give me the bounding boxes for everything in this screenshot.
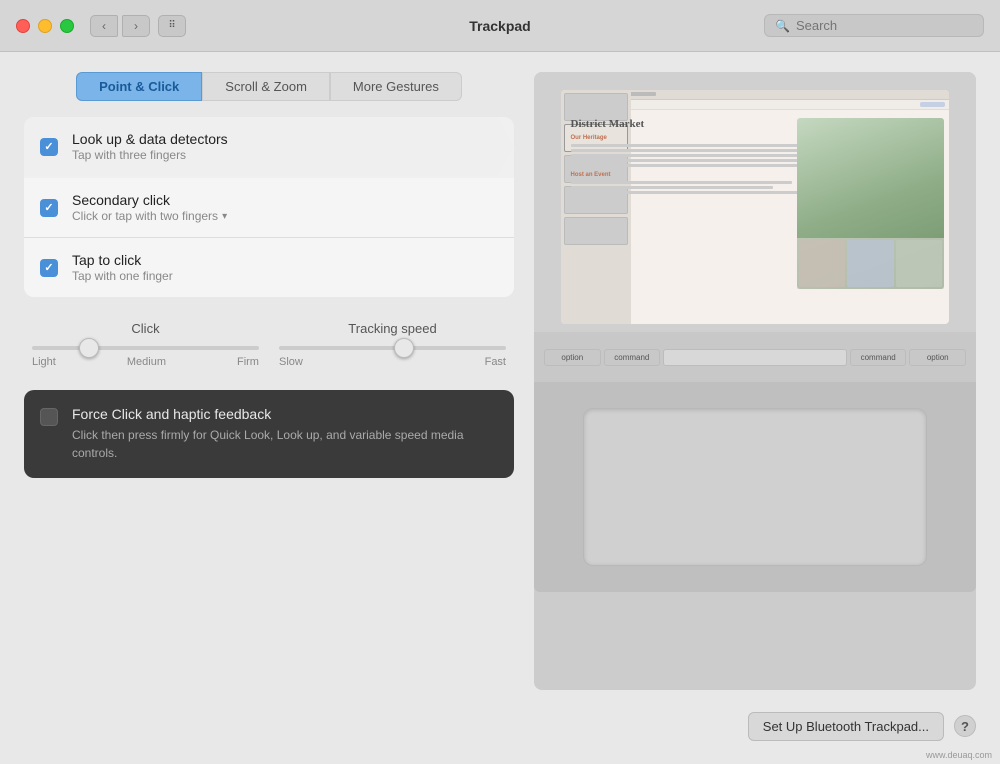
bottom-bar: Set Up Bluetooth Trackpad... ? xyxy=(534,700,976,744)
lookup-subtitle: Tap with three fingers xyxy=(72,148,498,162)
trackpad-surface[interactable] xyxy=(583,408,928,566)
tap-to-click-title: Tap to click xyxy=(72,252,498,268)
preview-text-line xyxy=(571,159,811,162)
preview-content: District Market Our Heritage Host an Eve… xyxy=(561,110,950,324)
preview-text-line xyxy=(571,186,774,189)
force-click-title: Force Click and haptic feedback xyxy=(72,406,498,422)
search-input[interactable] xyxy=(796,18,973,33)
force-click-description: Click then press firmly for Quick Look, … xyxy=(72,426,498,462)
tracking-slider-thumb[interactable] xyxy=(394,338,414,358)
window-title: Trackpad xyxy=(469,18,530,34)
tabs-container: Point & Click Scroll & Zoom More Gesture… xyxy=(24,72,514,101)
setup-bluetooth-button[interactable]: Set Up Bluetooth Trackpad... xyxy=(748,712,944,741)
keyboard: option command command option xyxy=(542,349,968,366)
option-key-r: option xyxy=(909,349,966,366)
nav-buttons: ‹ › xyxy=(90,15,150,37)
close-button[interactable] xyxy=(16,19,30,33)
click-slider-labels: Light Medium Firm xyxy=(32,356,259,368)
grid-button[interactable]: ⠿ xyxy=(158,15,186,37)
command-key-r: command xyxy=(850,349,907,366)
secondary-click-subtitle: Click or tap with two fingers xyxy=(72,209,218,223)
tracking-slider-label: Tracking speed xyxy=(348,321,436,336)
tracking-slider-labels: Slow Fast xyxy=(279,356,506,368)
preview-menu-item xyxy=(628,92,656,96)
preview-text-line xyxy=(571,149,829,152)
force-click-checkbox[interactable] xyxy=(40,408,58,426)
maximize-button[interactable] xyxy=(60,19,74,33)
preview-screenshot: District Market Our Heritage Host an Eve… xyxy=(534,72,976,332)
dropdown-arrow-icon: ▾ xyxy=(222,211,227,222)
grid-icon: ⠿ xyxy=(168,20,175,31)
left-panel: Point & Click Scroll & Zoom More Gesture… xyxy=(24,72,514,744)
force-click-section: Force Click and haptic feedback Click th… xyxy=(24,390,514,478)
tracking-label-slow: Slow xyxy=(279,356,303,368)
tracking-slider-track xyxy=(279,346,506,350)
settings-list: Look up & data detectors Tap with three … xyxy=(24,117,514,297)
tab-point-click[interactable]: Point & Click xyxy=(76,72,202,101)
forward-icon: › xyxy=(134,19,138,33)
preview-page: District Market Our Heritage Host an Eve… xyxy=(561,110,950,324)
forward-button[interactable]: › xyxy=(122,15,150,37)
command-key: command xyxy=(604,349,661,366)
click-label-medium: Medium xyxy=(127,356,166,368)
traffic-lights xyxy=(16,19,74,33)
right-panel: District Market Our Heritage Host an Eve… xyxy=(534,72,976,744)
title-bar: ‹ › ⠿ Trackpad 🔍 xyxy=(0,0,1000,52)
back-button[interactable]: ‹ xyxy=(90,15,118,37)
secondary-click-title: Secondary click xyxy=(72,192,498,208)
search-bar[interactable]: 🔍 xyxy=(764,14,984,37)
trackpad-area xyxy=(534,382,976,592)
tab-more-gestures[interactable]: More Gestures xyxy=(330,72,462,101)
click-slider-group: Click Light Medium Firm xyxy=(32,321,259,368)
search-icon: 🔍 xyxy=(775,19,790,33)
tap-to-click-checkbox[interactable] xyxy=(40,259,58,277)
keyboard-area: option command command option xyxy=(534,332,976,382)
list-item: Secondary click Click or tap with two fi… xyxy=(24,178,514,238)
preview-text-line xyxy=(571,191,800,194)
tracking-label-fast: Fast xyxy=(485,356,506,368)
spacebar-key xyxy=(663,349,847,366)
preview-text-line xyxy=(571,181,792,184)
watermark: www.deuaq.com xyxy=(926,750,992,760)
click-label-firm: Firm xyxy=(237,356,259,368)
list-item: Look up & data detectors Tap with three … xyxy=(24,117,514,176)
click-slider-track xyxy=(32,346,259,350)
list-item: Tap to click Tap with one finger xyxy=(24,238,514,297)
tracking-slider-group: Tracking speed Slow Fast xyxy=(279,321,506,368)
minimize-button[interactable] xyxy=(38,19,52,33)
back-icon: ‹ xyxy=(102,19,106,33)
secondary-click-checkbox[interactable] xyxy=(40,199,58,217)
preview-image xyxy=(797,118,945,289)
click-slider-thumb[interactable] xyxy=(79,338,99,358)
tap-to-click-subtitle: Tap with one finger xyxy=(72,269,498,283)
help-button[interactable]: ? xyxy=(954,715,976,737)
preview-area: District Market Our Heritage Host an Eve… xyxy=(534,72,976,690)
option-key: option xyxy=(544,349,601,366)
click-label-light: Light xyxy=(32,356,56,368)
sliders-section: Click Light Medium Firm Tracking speed S… xyxy=(24,311,514,374)
tab-scroll-zoom[interactable]: Scroll & Zoom xyxy=(202,72,330,101)
main-content: Point & Click Scroll & Zoom More Gesture… xyxy=(0,52,1000,764)
lookup-checkbox[interactable] xyxy=(40,138,58,156)
preview-products xyxy=(797,238,945,289)
lookup-title: Look up & data detectors xyxy=(72,131,498,147)
keyboard-row: option command command option xyxy=(542,349,968,366)
click-slider-label: Click xyxy=(131,321,159,336)
